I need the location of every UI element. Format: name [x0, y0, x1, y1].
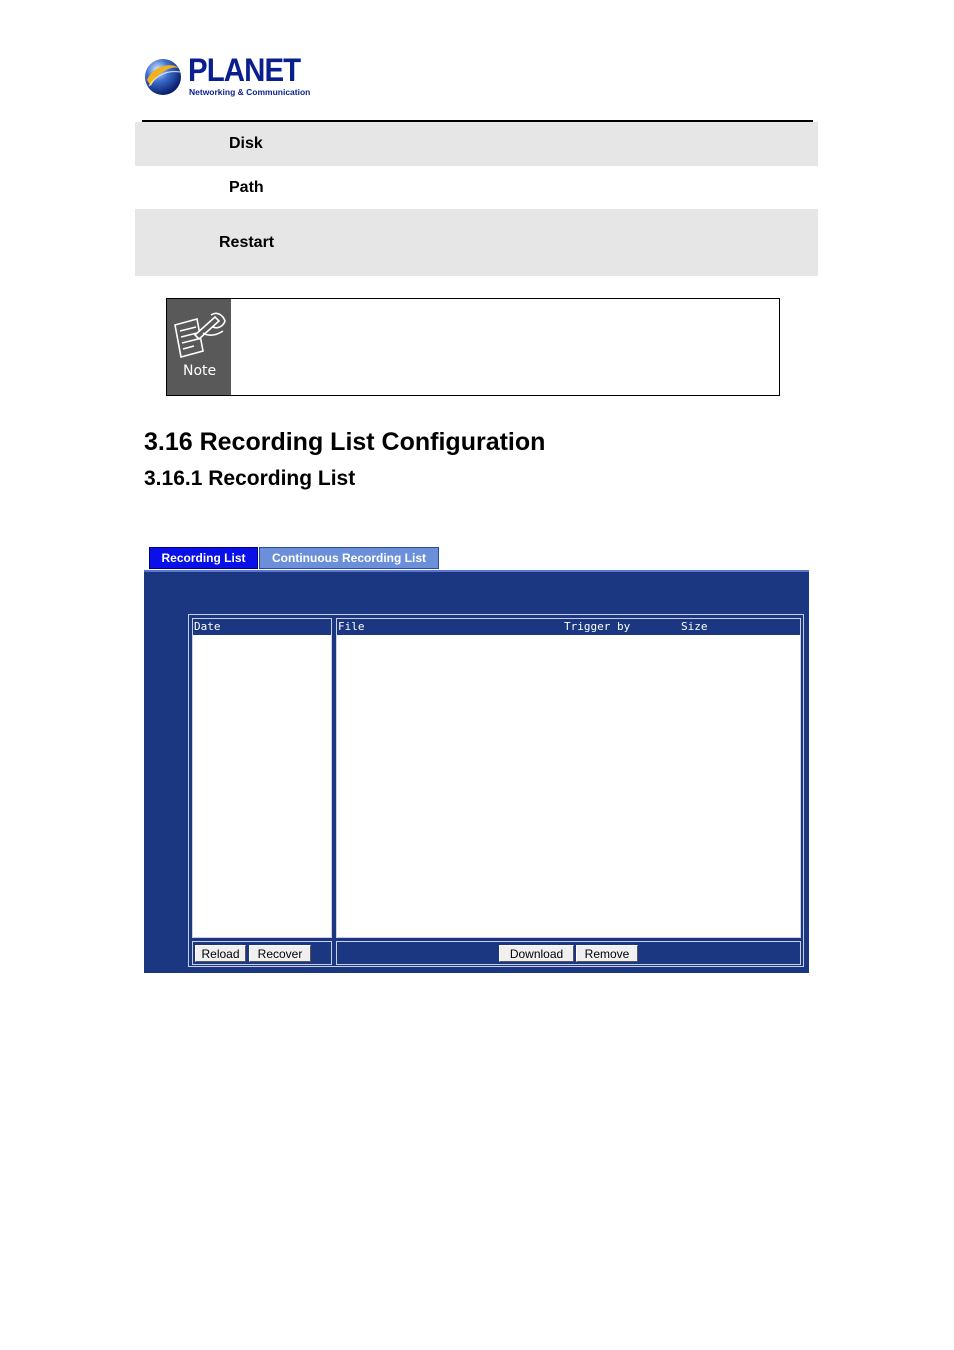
date-column-header: Date [194, 620, 221, 633]
settings-label-path: Path [229, 179, 264, 196]
logo-tagline: Networking & Communication [189, 87, 311, 97]
note-box: Note [166, 298, 780, 396]
remove-button[interactable]: Remove [576, 945, 638, 962]
reload-button[interactable]: Reload [195, 945, 246, 962]
settings-row-path: Path [135, 166, 818, 209]
tab-continuous-recording-list[interactable]: Continuous Recording List [259, 547, 439, 569]
date-button-bar: Reload Recover [192, 941, 332, 965]
download-button[interactable]: Download [499, 945, 574, 962]
recover-button[interactable]: Recover [249, 945, 311, 962]
planet-logo: PLANET Networking & Communication [143, 52, 313, 100]
file-button-bar: Download Remove [336, 941, 801, 965]
date-list-header: Date [193, 619, 331, 635]
settings-row-restart: Restart [135, 209, 818, 276]
subsection-title: 3.16.1 Recording List [144, 467, 356, 490]
file-column-header: File [338, 620, 365, 633]
date-list[interactable]: Date [192, 618, 332, 938]
section-title: 3.16 Recording List Configuration [144, 428, 546, 456]
note-label: Note [183, 363, 217, 379]
settings-label-restart: Restart [219, 234, 275, 251]
settings-row-disk: Disk [135, 122, 818, 166]
recording-list-frame: Date File Trigger by Size Reload Recover… [188, 614, 804, 967]
globe-icon [145, 59, 181, 95]
size-column-header: Size [681, 620, 708, 633]
trigger-column-header: Trigger by [564, 620, 631, 633]
tab-recording-list[interactable]: Recording List [149, 547, 258, 569]
file-list-header: File Trigger by Size [337, 619, 800, 635]
note-icon-cell: Note [167, 299, 231, 395]
file-list[interactable]: File Trigger by Size [336, 618, 801, 938]
settings-label-disk: Disk [229, 135, 263, 152]
note-pen-icon [174, 312, 226, 359]
logo-wordmark: PLANET [188, 52, 301, 88]
recording-list-panel: Date File Trigger by Size Reload Recover… [144, 570, 809, 973]
